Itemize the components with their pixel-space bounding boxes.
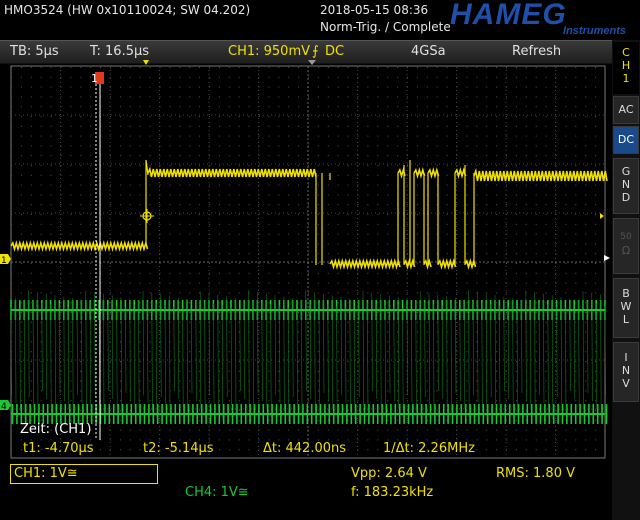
ch4-scale[interactable]: CH4: 1V≅ <box>185 485 249 500</box>
dc-coupling-button[interactable]: DC <box>613 126 639 154</box>
ohm-label: Ω <box>621 244 631 257</box>
waveform-display[interactable]: 1 1 4 <box>0 0 612 460</box>
inv-v: V <box>622 377 630 390</box>
t2-value: t2: -5.14µs <box>143 441 214 456</box>
ch-letter-c: C <box>622 46 630 59</box>
gnd-n: N <box>621 178 631 191</box>
channel-label: C H 1 <box>613 42 639 94</box>
inv-i: I <box>624 351 628 364</box>
center-marker <box>308 60 316 65</box>
bwl-l: L <box>622 313 630 326</box>
ch1-scale-box[interactable]: CH1: 1V≅ <box>10 464 158 484</box>
ch4-offset-label: 4 <box>1 402 7 412</box>
right-ground-marker <box>604 255 610 261</box>
channel-side-menu: C H 1 AC DC G N D 50 Ω B W L I N V <box>612 40 640 520</box>
ch1-offset-label: 1 <box>1 256 7 266</box>
invert-button[interactable]: I N V <box>613 342 639 402</box>
bottom-status-bar: CH1: 1V≅ CH4: 1V≅ Vpp: 2.64 V RMS: 1.80 … <box>0 460 612 520</box>
rms-measurement: RMS: 1.80 V <box>496 466 575 481</box>
ac-coupling-button[interactable]: AC <box>613 96 639 124</box>
gnd-d: D <box>621 191 631 204</box>
ac-label: AC <box>618 103 634 116</box>
bwl-b: B <box>622 287 630 300</box>
inverse-delta-t-value: 1/Δt: 2.26MHz <box>383 441 475 456</box>
bwl-w: W <box>620 300 632 313</box>
cursor-measurement-panel: Zeit: (CH1) t1: -4.70µs t2: -5.14µs Δt: … <box>10 420 600 460</box>
trigger-position-marker <box>143 60 149 65</box>
ch-number: 1 <box>622 72 630 85</box>
vpp-measurement: Vpp: 2.64 V <box>351 466 427 481</box>
delta-t-value: Δt: 442.00ns <box>263 441 347 456</box>
fifty-ohm-button[interactable]: 50 Ω <box>613 218 639 274</box>
gnd-g: G <box>621 165 631 178</box>
gnd-button[interactable]: G N D <box>613 158 639 214</box>
cursor-label: 1 <box>91 72 98 85</box>
ch1-scale: CH1: 1V≅ <box>14 466 78 481</box>
dc-label: DC <box>617 133 635 146</box>
bwl-button[interactable]: B W L <box>613 278 639 338</box>
zeit-label: Zeit: (CH1) <box>20 422 92 437</box>
frequency-measurement: f: 183.23kHz <box>351 485 434 500</box>
fifty-label: 50 <box>620 232 632 242</box>
t1-value: t1: -4.70µs <box>23 441 94 456</box>
inv-n: N <box>621 364 631 377</box>
ch-letter-h: H <box>621 59 631 72</box>
